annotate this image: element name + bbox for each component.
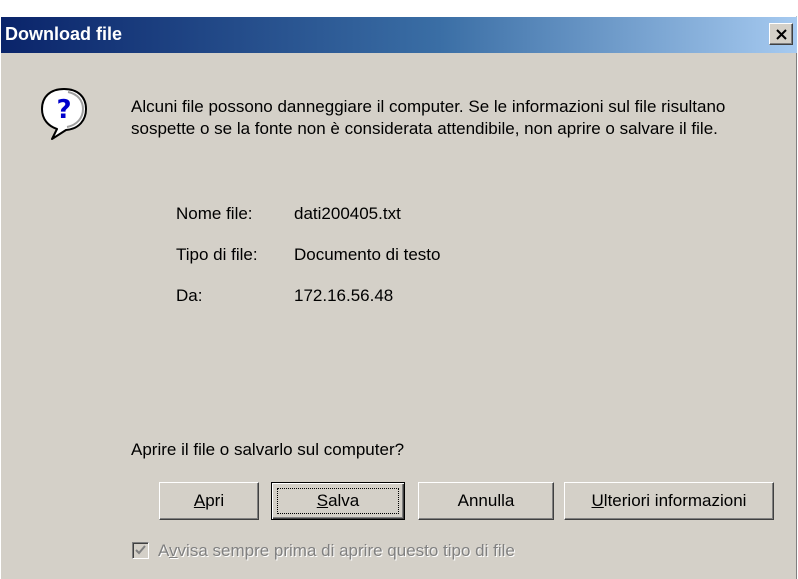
open-button[interactable]: Apri	[159, 482, 259, 520]
checkmark-icon	[135, 545, 146, 555]
file-name-label: Nome file:	[176, 204, 253, 223]
more-info-button[interactable]: Ulteriori informazioni	[564, 482, 774, 520]
warning-message: Alcuni file possono danneggiare il compu…	[131, 97, 726, 138]
open-or-save-prompt: Aprire il file o salvarlo sul computer?	[131, 440, 405, 459]
source-label: Da:	[176, 286, 203, 305]
download-file-dialog: Download file ? Alcuni file possono dann…	[0, 16, 797, 579]
cancel-button[interactable]: Annulla	[418, 482, 554, 520]
question-icon: ?	[41, 88, 87, 140]
open-button-label: Apri	[193, 491, 225, 510]
window-title: Download file	[5, 24, 122, 44]
cancel-button-label: Annulla	[457, 491, 515, 510]
close-button[interactable]	[769, 23, 793, 45]
close-icon	[776, 29, 787, 40]
file-type-label: Tipo di file:	[176, 245, 258, 264]
source-value: 172.16.56.48	[294, 286, 394, 305]
file-type-value: Documento di testo	[294, 245, 441, 264]
save-button[interactable]: Salva	[271, 482, 405, 520]
always-ask-label[interactable]: Avvisa sempre prima di aprire questo tip…	[158, 541, 515, 561]
svg-text:?: ?	[56, 95, 71, 125]
title-bar[interactable]: Download file	[1, 17, 797, 53]
more-info-button-label: Ulteriori informazioni	[591, 491, 747, 510]
always-ask-checkbox[interactable]	[132, 542, 149, 559]
save-button-label: Salva	[316, 491, 360, 510]
file-name-value: dati200405.txt	[294, 204, 401, 223]
